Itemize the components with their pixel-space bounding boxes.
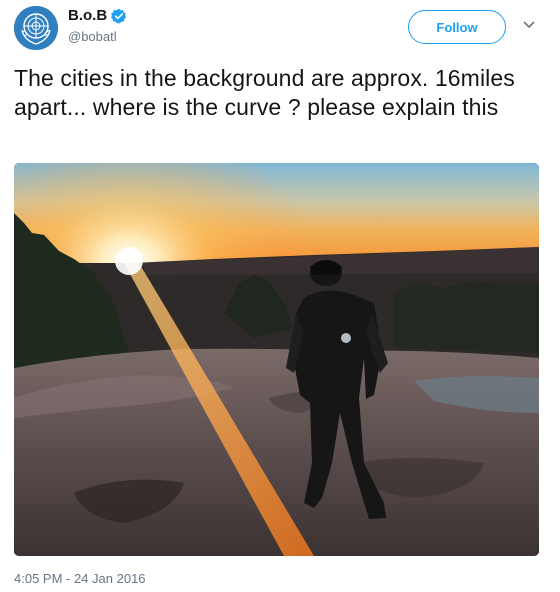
sunset-photo xyxy=(14,163,539,556)
author-name-row[interactable]: B.o.B xyxy=(68,7,127,24)
tweet-timestamp[interactable]: 4:05 PM - 24 Jan 2016 xyxy=(14,571,146,586)
tweet-text: The cities in the background are approx.… xyxy=(14,65,515,120)
un-emblem-icon xyxy=(14,6,58,50)
tweet-photo[interactable] xyxy=(14,163,539,556)
tweet-header: B.o.B @bobatl Follow xyxy=(14,4,546,52)
avatar[interactable] xyxy=(14,6,58,50)
follow-button[interactable]: Follow xyxy=(408,10,506,44)
chevron-down-icon[interactable] xyxy=(522,18,536,32)
verified-badge-icon xyxy=(111,8,127,23)
author-handle[interactable]: @bobatl xyxy=(68,29,117,44)
display-name[interactable]: B.o.B xyxy=(68,7,107,24)
